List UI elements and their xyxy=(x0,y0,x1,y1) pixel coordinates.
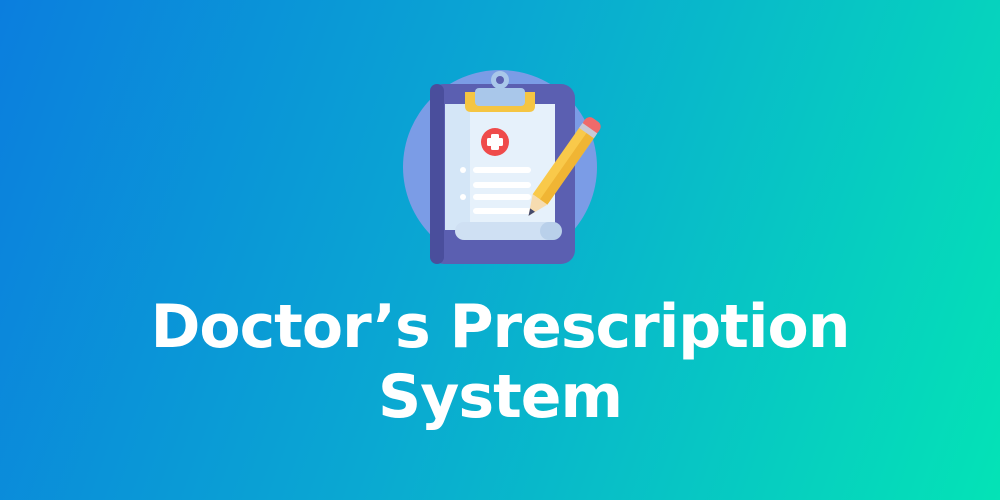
banner: Doctor’s Prescription System xyxy=(0,0,1000,500)
clipboard-prescription-icon xyxy=(403,70,601,264)
page-title: Doctor’s Prescription System xyxy=(0,292,1000,432)
title-line-1: Doctor’s Prescription xyxy=(150,292,851,362)
title-line-2: System xyxy=(378,362,623,432)
